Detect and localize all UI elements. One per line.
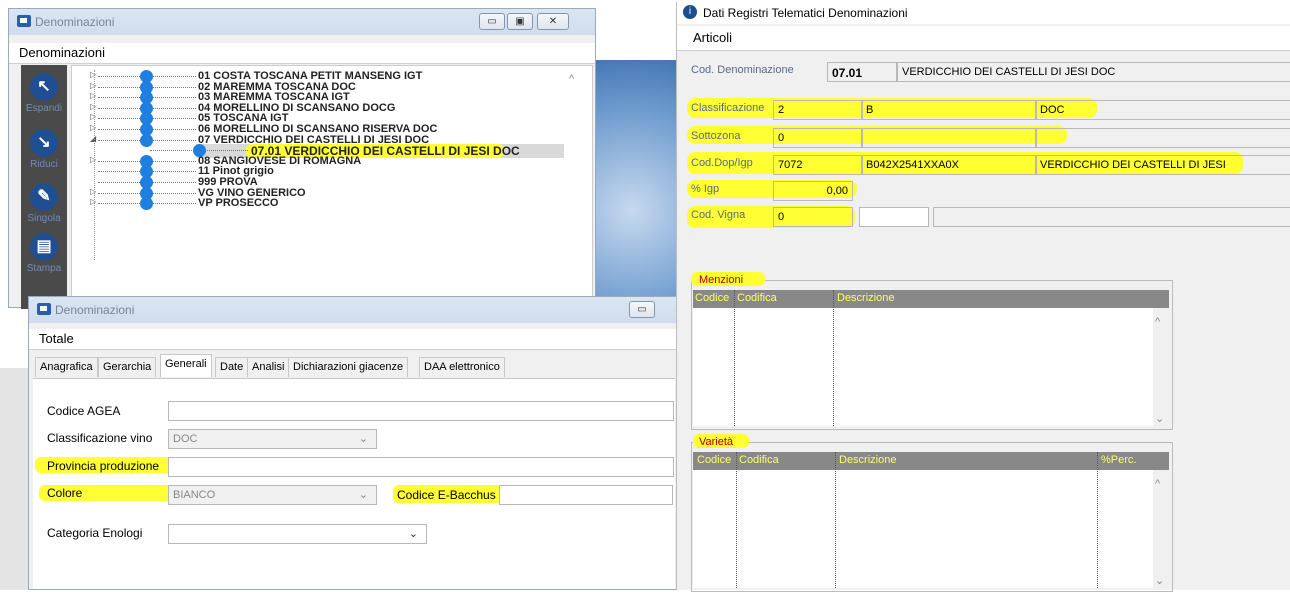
title-bar: Denominazioni ▭ ▣ ✕ bbox=[9, 9, 595, 35]
sottozona-code[interactable]: 0 bbox=[773, 128, 863, 148]
tab-date[interactable]: Date bbox=[215, 357, 249, 377]
menu-bar: Totale bbox=[29, 329, 677, 350]
colore-label: Colore bbox=[47, 486, 83, 500]
menu-bar: Articoli bbox=[677, 26, 1290, 51]
col-divider bbox=[1097, 452, 1098, 588]
classificazione-letter[interactable]: B bbox=[861, 100, 1037, 120]
sottozona-label: Sottozona bbox=[691, 130, 741, 142]
tree-item-label: VP PROSECCO bbox=[198, 197, 279, 209]
menzioni-body[interactable] bbox=[693, 308, 1153, 426]
codice-e-bacchus-input[interactable] bbox=[499, 485, 673, 505]
info-icon: i bbox=[683, 5, 697, 19]
collapse-button[interactable]: ↘ Riduci bbox=[21, 129, 67, 170]
col-codice: Codice bbox=[697, 454, 732, 466]
maximize-button[interactable]: ▣ bbox=[507, 13, 533, 30]
chevron-down-icon: ⌄ bbox=[358, 489, 368, 501]
classificazione-code[interactable]: 2 bbox=[773, 100, 863, 120]
menu-articoli[interactable]: Articoli bbox=[693, 30, 732, 45]
cod-dop-igp-label: Cod.Dop/Igp bbox=[691, 157, 753, 169]
expand-icon: ↖ bbox=[30, 73, 58, 101]
cod-vigna-desc[interactable] bbox=[859, 207, 929, 227]
col-codifica: Codifica bbox=[739, 454, 779, 466]
col-codice: Codice bbox=[695, 292, 730, 304]
classificazione-label: Classificazione bbox=[691, 102, 765, 114]
app-icon bbox=[17, 15, 31, 27]
print-icon: ▤ bbox=[30, 233, 58, 261]
cod-vigna-label: Cod. Vigna bbox=[691, 209, 746, 221]
classificazione-vino-label: Classificazione vino bbox=[47, 431, 153, 445]
classificazione-type[interactable]: DOC bbox=[1035, 100, 1290, 120]
varieta-label: Varietà bbox=[699, 436, 734, 448]
menzioni-header: Codice Codifica Descrizione bbox=[693, 290, 1169, 308]
edit-icon: ✎ bbox=[30, 183, 58, 211]
cod-denominazione-label: Cod. Denominazione bbox=[691, 64, 794, 76]
col-divider bbox=[833, 290, 834, 426]
sottozona-extra[interactable] bbox=[1035, 128, 1290, 148]
single-button[interactable]: ✎ Singola bbox=[21, 183, 67, 224]
window-title: Dati Registri Telematici Denominazioni bbox=[703, 6, 908, 20]
col-codifica: Codifica bbox=[737, 292, 777, 304]
col-divider bbox=[835, 452, 836, 588]
chevron-down-icon: ⌄ bbox=[358, 433, 368, 445]
minimize-button[interactable]: ▭ bbox=[629, 301, 655, 318]
app-icon bbox=[37, 303, 51, 315]
codice-agea-label: Codice AGEA bbox=[47, 404, 121, 418]
igp-percent-label: % Igp bbox=[691, 183, 720, 195]
tree-guide bbox=[94, 70, 95, 260]
node-dot-icon bbox=[140, 134, 153, 147]
scroll-up-icon[interactable]: ^ bbox=[569, 73, 574, 85]
menu-bar: Denominazioni bbox=[9, 43, 595, 64]
categoria-enologi-select[interactable]: ⌄ bbox=[168, 524, 427, 544]
menu-denominazioni[interactable]: Denominazioni bbox=[19, 45, 105, 60]
cod-dop-igp-code[interactable]: 7072 bbox=[773, 155, 863, 175]
chevron-down-icon: ⌄ bbox=[408, 528, 418, 540]
tab-dichiarazioni-giacenze[interactable]: Dichiarazioni giacenze bbox=[288, 357, 409, 377]
menzioni-label: Menzioni bbox=[699, 274, 744, 286]
sottozona-desc[interactable] bbox=[861, 128, 1037, 148]
tab-daa-elettronico[interactable]: DAA elettronico bbox=[419, 357, 505, 377]
codice-agea-input[interactable] bbox=[168, 401, 674, 421]
expand-button[interactable]: ↖ Espandi bbox=[21, 73, 67, 114]
cod-vigna-extra[interactable] bbox=[933, 207, 1290, 227]
categoria-enologi-label: Categoria Enologi bbox=[47, 526, 143, 540]
col-divider bbox=[734, 290, 735, 426]
col-perc: %Perc. bbox=[1101, 454, 1137, 466]
colore-select[interactable]: BIANCO ⌄ bbox=[168, 485, 377, 505]
col-descrizione: Descrizione bbox=[839, 454, 897, 466]
minimize-button[interactable]: ▭ bbox=[479, 13, 505, 30]
codice-e-bacchus-label: Codice E-Bacchus bbox=[397, 488, 496, 502]
provincia-produzione-input[interactable] bbox=[168, 457, 674, 477]
title-bar: Denominazioni ▭ bbox=[29, 297, 677, 323]
igp-percent-input[interactable]: 0,00 bbox=[773, 181, 853, 201]
denominazioni-detail-window: Denominazioni ▭ Totale Anagrafica Gerarc… bbox=[28, 296, 678, 590]
provincia-produzione-label: Provincia produzione bbox=[47, 459, 160, 473]
collapse-icon: ↘ bbox=[30, 129, 58, 157]
tab-gerarchia[interactable]: Gerarchia bbox=[98, 357, 157, 377]
scroll-down-icon[interactable]: ⌄ bbox=[1155, 574, 1164, 587]
window-title: Denominazioni bbox=[55, 303, 135, 317]
tab-analisi[interactable]: Analisi bbox=[247, 357, 290, 377]
col-descrizione: Descrizione bbox=[837, 292, 895, 304]
tab-strip: Anagrafica Gerarchia Generali Date Anali… bbox=[35, 354, 675, 379]
tab-generali[interactable]: Generali bbox=[160, 354, 212, 377]
cod-dop-igp-id[interactable]: B042X2541XXA0X bbox=[861, 155, 1037, 175]
scroll-up-icon[interactable]: ^ bbox=[1155, 316, 1160, 328]
varieta-body[interactable] bbox=[693, 470, 1153, 588]
right-window: i Dati Registri Telematici Denominazioni… bbox=[676, 2, 1290, 592]
cod-denominazione-desc: VERDICCHIO DEI CASTELLI DI JESI DOC bbox=[897, 62, 1290, 82]
tab-anagrafica[interactable]: Anagrafica bbox=[35, 357, 98, 377]
scroll-down-icon[interactable]: ⌄ bbox=[1155, 412, 1164, 425]
cod-vigna-code[interactable]: 0 bbox=[773, 207, 853, 227]
menu-totale[interactable]: Totale bbox=[39, 331, 74, 346]
print-button[interactable]: ▤ Stampa bbox=[21, 233, 67, 274]
close-button[interactable]: ✕ bbox=[537, 13, 569, 30]
cod-denominazione-code: 07.01 bbox=[827, 62, 897, 82]
classificazione-vino-select[interactable]: DOC ⌄ bbox=[168, 429, 377, 449]
window-title: Denominazioni bbox=[35, 15, 115, 29]
scroll-up-icon[interactable]: ^ bbox=[1155, 478, 1160, 490]
node-dot-icon bbox=[140, 197, 153, 210]
col-divider bbox=[736, 452, 737, 588]
cod-dop-igp-desc[interactable]: VERDICCHIO DEI CASTELLI DI JESI bbox=[1035, 155, 1290, 175]
title-bar: i Dati Registri Telematici Denominazioni bbox=[677, 2, 1290, 24]
